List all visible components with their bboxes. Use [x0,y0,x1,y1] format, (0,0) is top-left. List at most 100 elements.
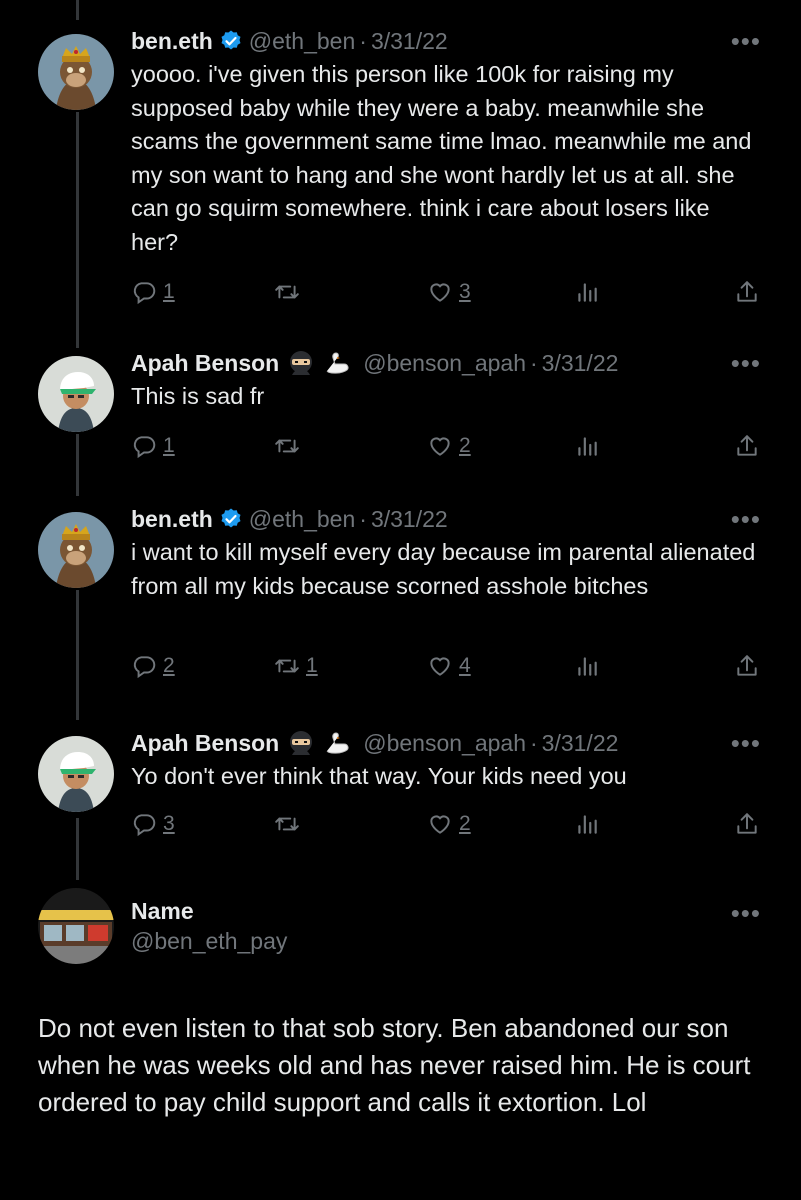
share-button[interactable] [734,430,760,462]
retweet-icon [274,433,300,459]
more-options-icon[interactable]: ••• [731,348,761,378]
action-bar: 2 1 4 [131,650,771,682]
reply-icon [131,653,157,679]
heart-icon [427,279,453,305]
author-name[interactable]: ben.eth [131,504,213,534]
more-options-icon[interactable]: ••• [731,728,761,758]
ninja-avatar-icon [38,736,114,812]
like-button[interactable]: 4 [427,650,471,682]
retweet-button[interactable] [274,276,306,308]
author-name[interactable]: Name [131,896,194,926]
separator: · [530,350,538,376]
retweet-button[interactable]: 1 [274,650,318,682]
reply-button[interactable]: 1 [131,430,175,462]
views-button[interactable] [574,650,600,682]
tweet-date[interactable]: 3/31/22 [542,728,619,758]
retweet-icon [274,279,300,305]
retweet-button[interactable] [274,808,306,840]
tweet-date[interactable]: 3/31/22 [542,348,619,378]
verified-badge-icon [219,29,243,53]
tweet-date[interactable]: 3/31/22 [371,504,448,534]
views-button[interactable] [574,276,600,308]
like-count: 3 [459,280,471,303]
reply-count: 3 [163,812,175,835]
action-bar: 1 3 [131,276,771,308]
tweet-body: Apah Benson @benson_apah · 3/31/22 Yo do… [131,728,761,794]
ape-avatar-icon [38,34,114,110]
separator: · [359,506,367,532]
retweet-button[interactable] [274,430,306,462]
tweet-header: ben.eth @eth_ben · 3/31/22 [131,504,761,534]
reply-icon [131,279,157,305]
like-count: 2 [459,812,471,835]
action-bar: 1 2 [131,430,771,462]
retweet-icon [274,653,300,679]
author-name[interactable]: Apah Benson [131,728,279,758]
ninja-emoji-icon [287,729,315,757]
views-button[interactable] [574,808,600,840]
like-button[interactable]: 2 [427,430,471,462]
author-handle[interactable]: @benson_apah [363,728,526,758]
reply-button[interactable]: 3 [131,808,175,840]
more-options-icon[interactable]: ••• [731,898,761,928]
share-icon [734,811,760,837]
heart-icon [427,433,453,459]
views-icon [574,811,600,837]
avatar[interactable] [38,888,114,964]
ape-avatar-icon [38,512,114,588]
more-options-icon[interactable]: ••• [731,504,761,534]
reply-icon [131,811,157,837]
share-button[interactable] [734,276,760,308]
more-options-icon[interactable]: ••• [731,26,761,56]
avatar[interactable] [38,356,114,432]
share-icon [734,279,760,305]
tweet-body: Name @ben_eth_pay [131,896,761,956]
swan-emoji-icon [323,729,351,757]
views-icon [574,653,600,679]
thread-line [76,818,79,880]
tweet-text: yoooo. i've given this person like 100k … [131,61,752,255]
author-name[interactable]: Apah Benson [131,348,279,378]
like-button[interactable]: 3 [427,276,471,308]
views-icon [574,433,600,459]
tweet-header: Apah Benson @benson_apah · 3/31/22 [131,728,761,758]
thread-line [76,112,79,348]
like-count: 4 [459,654,471,677]
like-count: 2 [459,434,471,457]
avatar[interactable] [38,736,114,812]
author-handle[interactable]: @eth_ben [249,26,356,56]
reply-count: 2 [163,654,175,677]
avatar[interactable] [38,512,114,588]
reply-button[interactable]: 1 [131,276,175,308]
tweet-date[interactable]: 3/31/22 [371,26,448,56]
tweet-text: i want to kill myself every day because … [131,539,756,599]
avatar[interactable] [38,34,114,110]
tweet-text: Yo don't ever think that way. Your kids … [131,763,627,789]
share-icon [734,653,760,679]
thread-line [76,590,79,720]
author-handle[interactable]: @eth_ben [249,504,356,534]
views-button[interactable] [574,430,600,462]
tweet-header: Name [131,896,761,926]
like-button[interactable]: 2 [427,808,471,840]
reply-button[interactable]: 2 [131,650,175,682]
handle-row: @ben_eth_pay [131,926,761,956]
verified-badge-icon [219,507,243,531]
author-handle[interactable]: @benson_apah [363,348,526,378]
ninja-avatar-icon [38,356,114,432]
action-bar: 3 2 [131,808,771,840]
author-name[interactable]: ben.eth [131,26,213,56]
reply-count: 1 [163,280,175,303]
reply-text: Do not even listen to that sob story. Be… [38,1013,751,1117]
retweet-count: 1 [306,654,318,677]
heart-icon [427,653,453,679]
share-button[interactable] [734,808,760,840]
separator: · [359,28,367,54]
thread-line [76,0,79,20]
heart-icon [427,811,453,837]
share-button[interactable] [734,650,760,682]
tweet-text: This is sad fr [131,383,265,409]
author-handle[interactable]: @ben_eth_pay [131,926,287,956]
retweet-icon [274,811,300,837]
swan-emoji-icon [323,349,351,377]
